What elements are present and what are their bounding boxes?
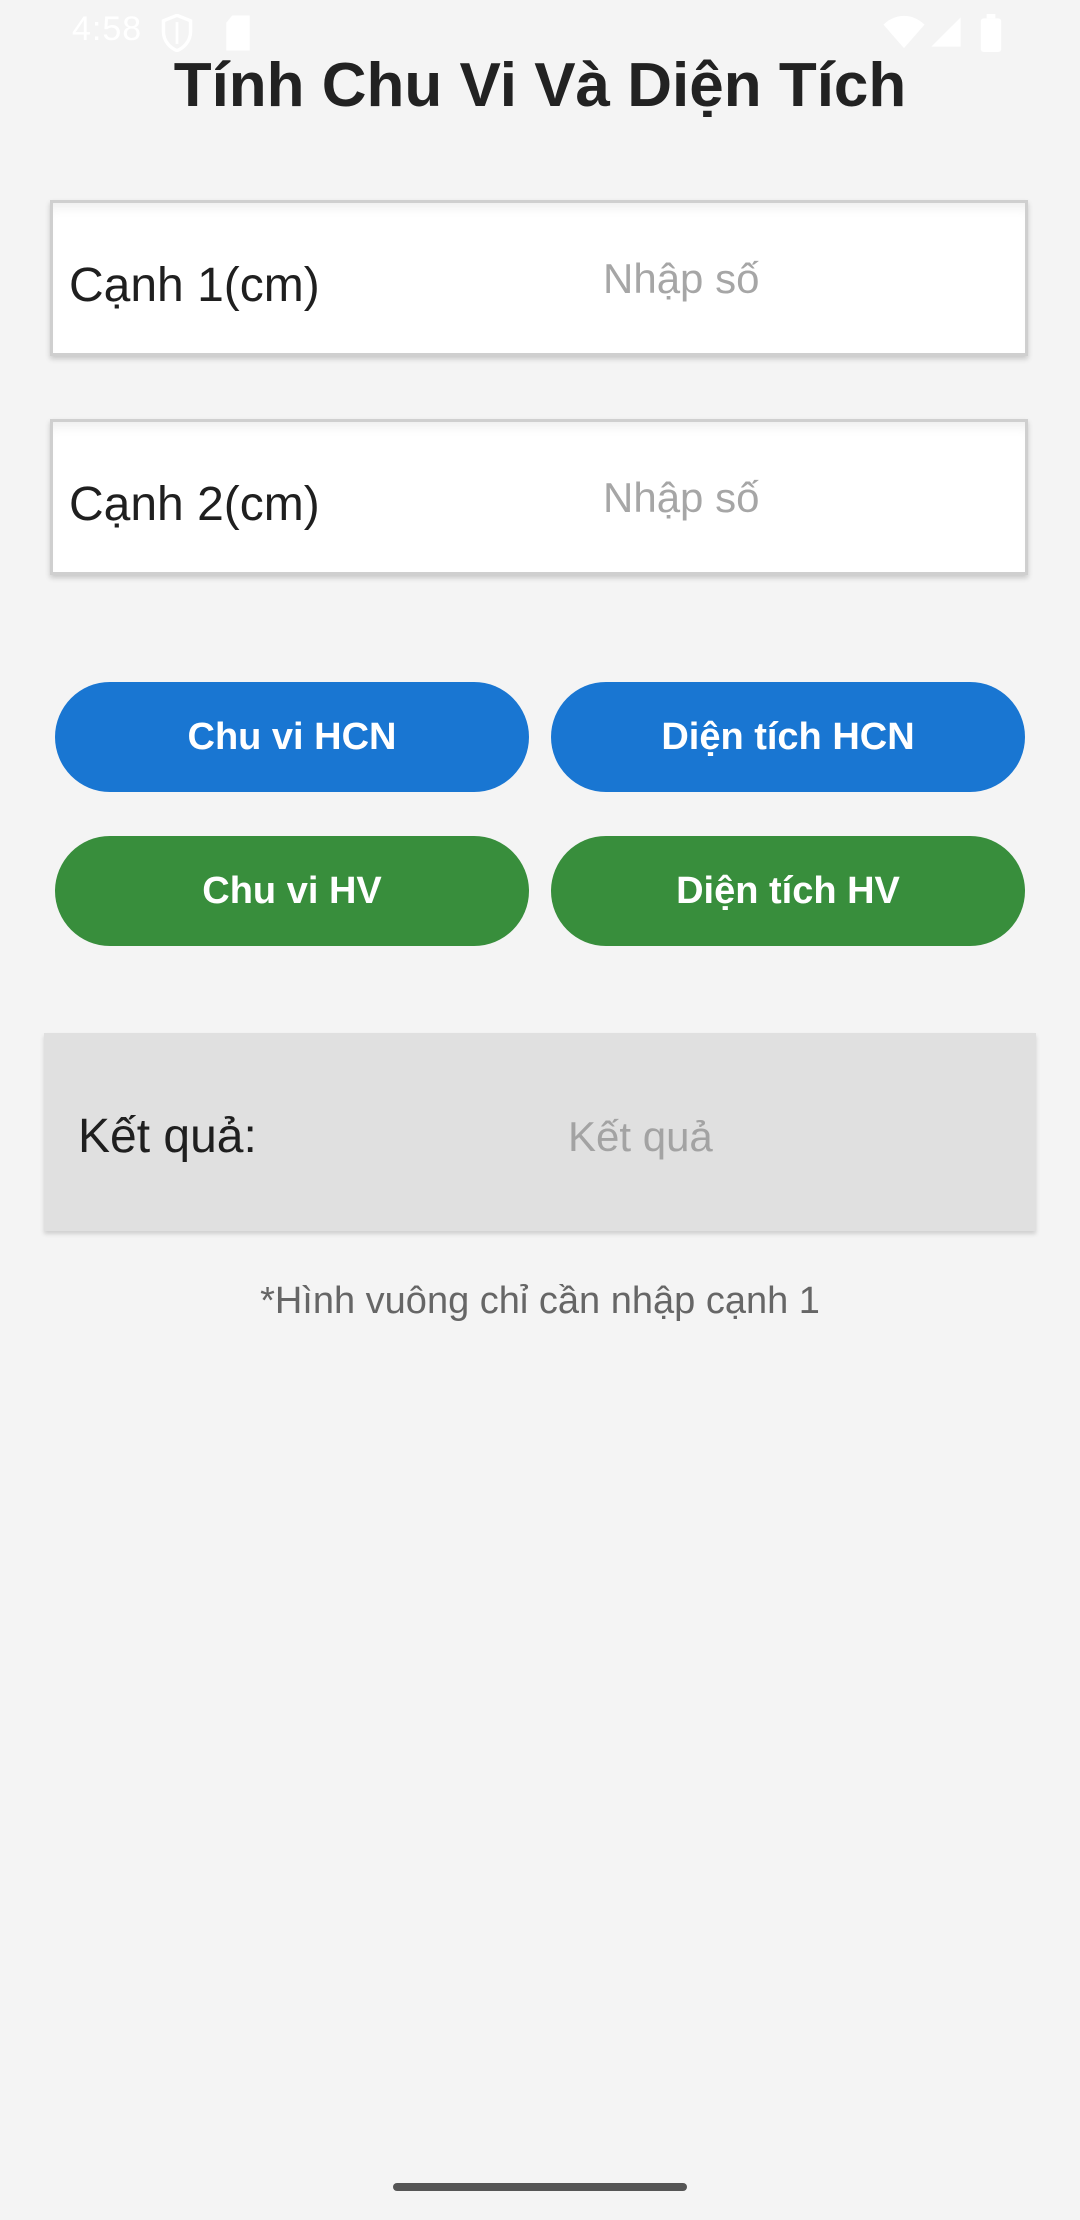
signal-icon — [931, 17, 961, 47]
status-time: 4:58 — [72, 10, 143, 48]
rect-perimeter-button[interactable]: Chu vi HCN — [55, 682, 529, 792]
wifi-icon — [883, 15, 925, 49]
square-area-button[interactable]: Diện tích HV — [551, 836, 1025, 946]
side1-input[interactable] — [601, 243, 1005, 315]
sd-card-icon — [226, 15, 250, 51]
page-title: Tính Chu Vi Và Diện Tích — [173, 51, 907, 120]
side2-input[interactable] — [601, 462, 1005, 534]
home-indicator[interactable] — [393, 2183, 687, 2191]
result-label: Kết quả: — [78, 1110, 257, 1163]
result-value: Kết quả — [568, 1113, 713, 1160]
square-perimeter-button[interactable]: Chu vi HV — [55, 836, 529, 946]
result-box: Kết quả: Kết quả — [44, 1033, 1036, 1231]
square-hint: *Hình vuông chỉ cần nhập cạnh 1 — [260, 1280, 820, 1322]
shield-icon — [161, 14, 193, 52]
battery-icon — [980, 14, 1002, 52]
side1-label: Cạnh 1(cm) — [69, 259, 320, 312]
side2-label: Cạnh 2(cm) — [69, 478, 320, 531]
side2-input-card: Cạnh 2(cm) — [50, 419, 1028, 575]
rect-area-button[interactable]: Diện tích HCN — [551, 682, 1025, 792]
side1-input-card: Cạnh 1(cm) — [50, 200, 1028, 356]
